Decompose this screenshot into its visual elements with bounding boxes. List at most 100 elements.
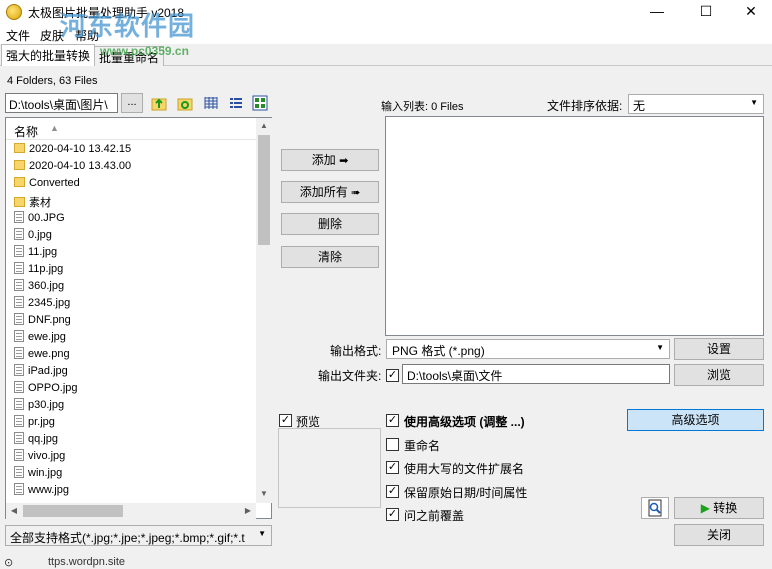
watermark-logo: 河东软件园 (60, 12, 196, 42)
image-file-icon (14, 228, 24, 240)
close-window-button[interactable]: ✕ (728, 0, 772, 24)
magnifier-document-icon (648, 499, 662, 517)
output-format-select[interactable]: PNG 格式 (*.png) ▼ (386, 339, 670, 359)
list-item[interactable]: 11.jpg (14, 245, 57, 262)
list-item[interactable]: 2345.jpg (14, 296, 70, 313)
scroll-up-icon[interactable]: ▲ (256, 121, 272, 130)
list-item[interactable]: OPPO.jpg (14, 381, 78, 398)
view-thumbnails-icon[interactable] (252, 95, 268, 111)
minimize-button[interactable]: — (634, 0, 680, 24)
list-item[interactable]: Converted (14, 177, 80, 194)
file-filter-select[interactable]: 全部支持格式(*.jpg;*.jpe;*.jpeg;*.bmp;*.gif;*.… (5, 525, 272, 546)
file-name: 2345.jpg (28, 297, 71, 309)
folder-count: 4 Folders, 63 Files (7, 75, 98, 87)
maximize-button[interactable]: ☐ (683, 0, 729, 24)
horizontal-scrollbar[interactable]: ◀ ▶ (6, 503, 256, 519)
vertical-scroll-thumb[interactable] (258, 135, 270, 245)
advanced-options-button[interactable]: 高级选项 (627, 409, 764, 431)
view-list-icon[interactable] (228, 95, 244, 111)
option-checkbox[interactable]: ✓ (386, 461, 399, 474)
image-file-icon (14, 449, 24, 461)
scroll-left-icon[interactable]: ◀ (6, 506, 22, 515)
option-label: 重命名 (404, 439, 441, 453)
image-file-icon (14, 415, 24, 427)
file-name: 11p.jpg (28, 263, 64, 275)
add-button[interactable]: 添加 ➡ (281, 149, 379, 171)
horizontal-scroll-thumb[interactable] (23, 505, 123, 517)
convert-button-label: 转换 (713, 501, 738, 515)
output-folder-input[interactable]: D:\tools\桌面\文件 (402, 364, 670, 384)
list-item[interactable]: 360.jpg (14, 279, 64, 296)
file-name: 0.jpg (28, 229, 52, 241)
convert-button[interactable]: ▶ 转换 (674, 497, 764, 519)
list-item[interactable]: 0.jpg (14, 228, 52, 245)
input-file-list[interactable] (385, 116, 764, 336)
file-name: ewe.jpg (28, 331, 66, 343)
list-item[interactable]: 素材 (14, 194, 51, 211)
folder-icon (14, 143, 25, 153)
list-item[interactable]: ewe.jpg (14, 330, 66, 347)
image-file-icon (14, 432, 24, 444)
list-item[interactable]: iPad.jpg (14, 364, 68, 381)
menu-file[interactable]: 文件 (6, 27, 30, 44)
option-checkbox[interactable]: ✓ (386, 414, 399, 427)
image-file-icon (14, 347, 24, 359)
settings-button[interactable]: 设置 (674, 338, 764, 360)
column-name-label: 名称 (14, 125, 39, 139)
list-item[interactable]: 11p.jpg (14, 262, 63, 279)
file-name: qq.jpg (28, 433, 58, 445)
scroll-right-icon[interactable]: ▶ (240, 506, 256, 515)
list-item[interactable]: p30.jpg (14, 398, 64, 415)
option-checkbox[interactable]: ✓ (386, 508, 399, 521)
file-name: win.jpg (28, 467, 63, 479)
preview-pane (278, 428, 381, 508)
option-checkbox[interactable] (386, 438, 399, 451)
image-file-icon (14, 364, 24, 376)
browse-folder-button[interactable]: ... (121, 93, 143, 113)
close-button[interactable]: 关闭 (674, 524, 764, 546)
folder-icon (14, 160, 25, 170)
output-format-label: 输出格式: (330, 344, 382, 358)
play-icon: ▶ (700, 501, 710, 515)
list-item[interactable]: 00.JPG (14, 211, 65, 228)
status-icon: ⊙ (4, 557, 14, 569)
list-item[interactable]: DNF.png (14, 313, 71, 330)
list-item[interactable]: pr.jpg (14, 415, 55, 432)
folder-up-icon[interactable] (151, 95, 167, 111)
vertical-scrollbar[interactable]: ▲ ▼ (256, 118, 272, 503)
option-checkbox[interactable]: ✓ (386, 485, 399, 498)
delete-button[interactable]: 删除 (281, 213, 379, 235)
file-name: 360.jpg (28, 280, 65, 292)
list-item[interactable]: 2020-04-10 13.43.00 (14, 160, 131, 177)
file-name: 2020-04-10 13.42.15 (29, 143, 132, 155)
watermark-url: www.pc0359.cn (100, 44, 189, 58)
scroll-down-icon[interactable]: ▼ (256, 489, 272, 498)
image-file-icon (14, 483, 24, 495)
refresh-icon[interactable] (177, 95, 193, 111)
file-name: 2020-04-10 13.43.00 (29, 160, 132, 172)
folder-icon (14, 197, 25, 207)
preview-file-button[interactable] (641, 497, 669, 519)
column-header[interactable]: 名称 ▲ (6, 118, 256, 140)
list-item[interactable]: 2020-04-10 13.42.15 (14, 143, 131, 160)
tab-batch-convert[interactable]: 强大的批量转换 (1, 44, 96, 66)
list-item[interactable]: ewe.png (14, 347, 70, 364)
list-item[interactable]: vivo.jpg (14, 449, 65, 466)
list-item[interactable]: qq.jpg (14, 432, 58, 449)
sort-by-label: 文件排序依据: (547, 99, 623, 113)
list-item[interactable]: win.jpg (14, 466, 62, 483)
file-name: iPad.jpg (28, 365, 68, 377)
view-details-icon[interactable] (203, 95, 219, 111)
file-name: DNF.png (28, 314, 71, 326)
clear-button[interactable]: 清除 (281, 246, 379, 268)
preview-checkbox[interactable]: ✓ (279, 414, 292, 427)
browse-output-button[interactable]: 浏览 (674, 364, 764, 386)
add-all-button[interactable]: 添加所有 ➠ (281, 181, 379, 203)
file-name: pr.jpg (28, 416, 55, 428)
output-folder-checkbox[interactable]: ✓ (386, 369, 399, 382)
list-item[interactable]: www.jpg (14, 483, 69, 500)
file-name: 00.JPG (28, 212, 65, 224)
file-list[interactable]: 名称 ▲ 2020-04-10 13.42.15 2020-04-10 13.43… (5, 117, 272, 519)
sort-by-select[interactable]: 无 ▼ (628, 94, 764, 114)
path-input[interactable]: D:\tools\桌面\图片\ (5, 93, 118, 113)
